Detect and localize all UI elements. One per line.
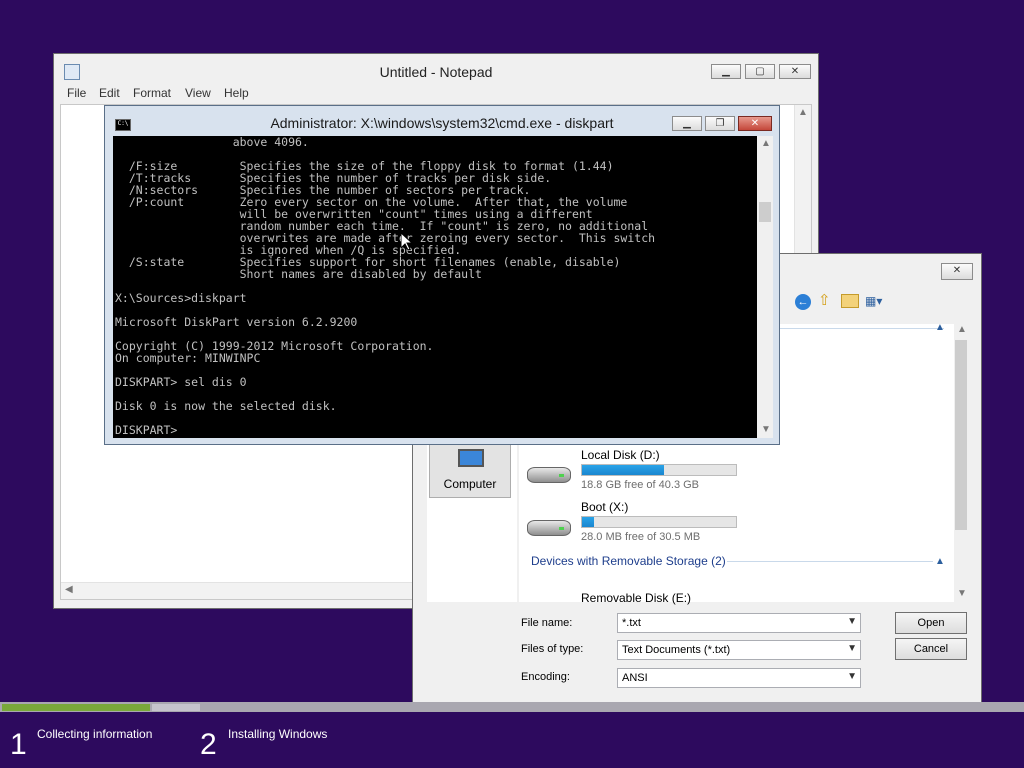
menu-format[interactable]: Format [133,86,171,100]
nav-computer[interactable]: Computer [429,444,511,498]
minimize-button[interactable]: ▁ [711,64,741,79]
scroll-up-icon[interactable]: ▲ [798,107,808,118]
notepad-titlebar[interactable]: Untitled - Notepad ▁ ▢ ✕ [54,54,818,86]
hard-drive-icon [527,459,577,485]
notepad-title: Untitled - Notepad [379,64,493,80]
encoding-label: Encoding: [521,671,570,683]
cmd-window: C:\ Administrator: X:\windows\system32\c… [104,105,780,445]
drive-d-name[interactable]: Local Disk (D:) [581,448,660,462]
mouse-cursor-icon [401,233,413,251]
drive-x-name[interactable]: Boot (X:) [581,500,628,514]
console-text: above 4096. /F:size Specifies the size o… [115,136,656,437]
back-icon[interactable]: ← [795,294,811,310]
removable-group-header[interactable]: Devices with Removable Storage (2) [531,554,726,568]
step-2-label: Installing Windows [228,727,328,741]
collapse-icon[interactable]: ▲ [935,556,945,567]
open-button[interactable]: Open [895,612,967,634]
scroll-up-icon[interactable]: ▲ [761,138,771,149]
scroll-up-icon[interactable]: ▲ [957,324,967,335]
setup-progress-bar [0,702,1024,712]
filename-input[interactable]: *.txt ▼ [617,613,861,633]
cancel-button[interactable]: Cancel [895,638,967,660]
scroll-thumb[interactable] [759,202,771,222]
chevron-down-icon[interactable]: ▼ [847,616,857,627]
encoding-select[interactable]: ANSI ▼ [617,668,861,688]
menu-file[interactable]: File [67,86,86,100]
scroll-down-icon[interactable]: ▼ [761,424,771,435]
computer-icon [458,449,484,467]
filename-value: *.txt [622,617,641,629]
filetype-label: Files of type: [521,643,584,655]
filetype-select[interactable]: Text Documents (*.txt) ▼ [617,640,861,660]
notepad-menubar: File Edit Format View Help [54,86,818,104]
drive-x-free-space: 28.0 MB free of 30.5 MB [581,531,701,543]
close-button[interactable]: ✕ [779,64,811,79]
removable-disk-name[interactable]: Removable Disk (E:) [581,591,691,605]
dialog-close-button[interactable]: ✕ [941,263,973,280]
drive-d-usage-bar [581,464,737,476]
view-menu-icon[interactable]: ▦▾ [865,294,889,308]
step-1-number: 1 [10,728,27,761]
collapse-icon[interactable]: ▲ [935,322,945,333]
menu-view[interactable]: View [185,86,211,100]
nav-computer-label: Computer [443,477,497,491]
scroll-left-icon[interactable]: ◀ [65,584,73,595]
file-list-scrollbar[interactable]: ▲ ▼ [954,324,968,602]
chevron-down-icon[interactable]: ▼ [847,671,857,682]
progress-step-2-track [152,704,200,711]
step-1-label: Collecting information [37,727,153,741]
filename-label: File name: [521,617,573,629]
minimize-button[interactable]: ▁ [672,116,702,131]
filetype-value: Text Documents (*.txt) [622,644,731,656]
scroll-thumb[interactable] [955,340,967,530]
up-folder-icon[interactable]: ⇧ [818,292,834,310]
progress-step-1-fill [2,704,150,711]
encoding-value: ANSI [622,672,648,684]
new-folder-icon[interactable] [841,294,859,308]
group-divider [727,561,933,562]
chevron-down-icon[interactable]: ▼ [847,643,857,654]
console-output[interactable]: above 4096. /F:size Specifies the size o… [113,136,757,438]
restore-button[interactable]: ❐ [705,116,735,131]
scroll-down-icon[interactable]: ▼ [957,588,967,599]
menu-edit[interactable]: Edit [99,86,120,100]
step-2-number: 2 [200,728,217,761]
maximize-button[interactable]: ▢ [745,64,775,79]
close-button[interactable]: ✕ [738,116,772,131]
hard-drive-icon [527,512,577,538]
menu-help[interactable]: Help [224,86,249,100]
drive-d-free-space: 18.8 GB free of 40.3 GB [581,479,700,491]
console-scrollbar[interactable]: ▲ ▼ [757,136,773,438]
drive-x-usage-bar [581,516,737,528]
